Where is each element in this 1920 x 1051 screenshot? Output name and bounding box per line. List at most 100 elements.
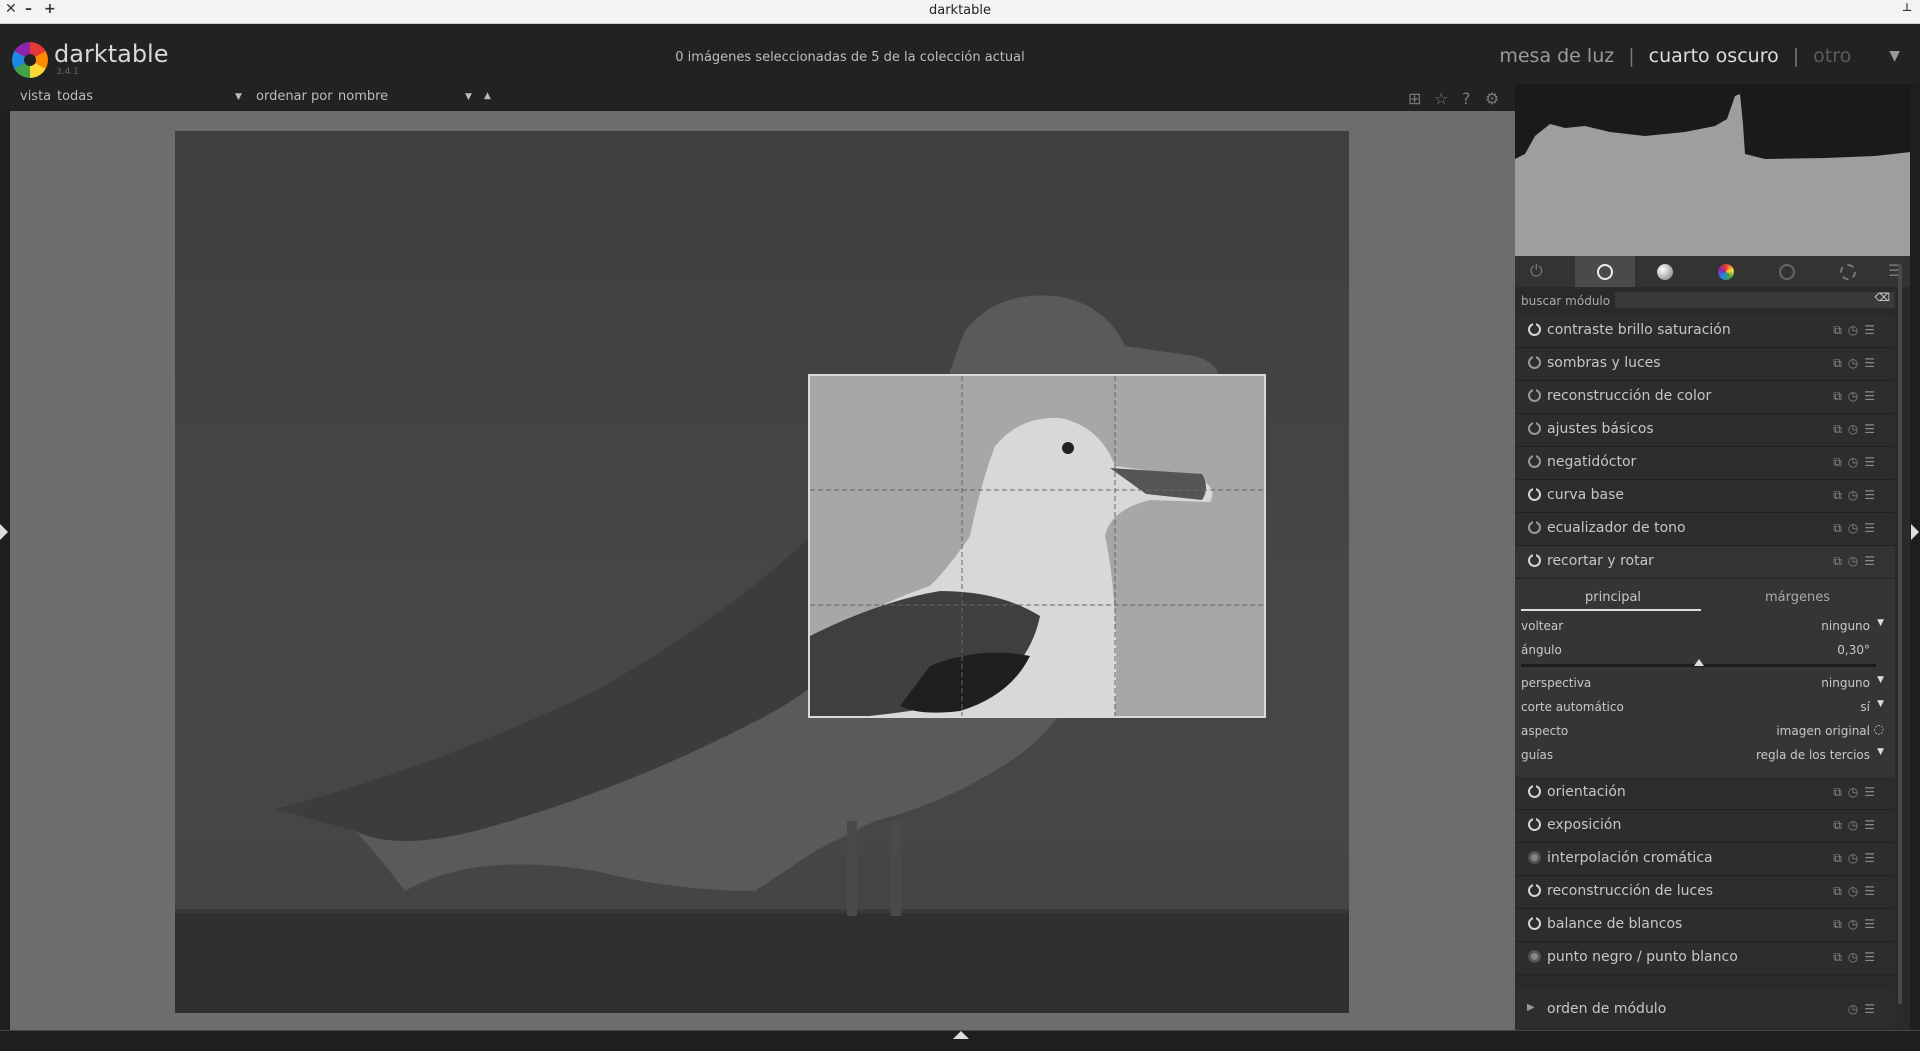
module-actions-icons[interactable]: ⧉◷☰ xyxy=(1833,323,1881,338)
module-row[interactable]: exposición ⧉◷☰ xyxy=(1515,810,1895,843)
header: darktable 3.4.1 0 imágenes seleccionadas… xyxy=(0,24,1920,84)
module-actions-icons[interactable]: ⧉◷☰ xyxy=(1833,917,1881,932)
power-toggle-icon[interactable] xyxy=(1528,453,1541,468)
power-toggle-icon[interactable] xyxy=(1528,486,1541,501)
module-actions-icons[interactable]: ⧉◷☰ xyxy=(1833,488,1881,503)
module-row[interactable]: orientación ⧉◷☰ xyxy=(1515,777,1895,810)
slider-thumb-icon[interactable] xyxy=(1693,659,1704,666)
module-actions-icons[interactable]: ⧉◷☰ xyxy=(1833,422,1881,437)
module-name: curva base xyxy=(1547,487,1625,503)
power-icon[interactable]: ⏻ xyxy=(1530,261,1543,281)
image-canvas[interactable] xyxy=(10,111,1515,1030)
view-switcher: mesa de luz | cuarto oscuro | otro ▼ xyxy=(1499,45,1900,67)
expand-arrow-icon[interactable]: ▶ xyxy=(1527,1002,1535,1013)
module-row[interactable]: reconstrucción de color ⧉◷☰ xyxy=(1515,381,1895,414)
chevron-down-icon[interactable]: ▼ xyxy=(1889,48,1900,64)
view-filter-value[interactable]: todas xyxy=(57,89,93,104)
sort-value[interactable]: nombre xyxy=(338,89,388,104)
chevron-down-icon[interactable]: ▼ xyxy=(1877,675,1884,685)
module-actions-icons[interactable]: ⧉◷☰ xyxy=(1833,884,1881,899)
module-row[interactable]: interpolación cromática ⧉◷☰ xyxy=(1515,843,1895,876)
gear-icon[interactable]: ⚙ xyxy=(1485,89,1499,108)
module-groups-bar: ⏻ ☰ xyxy=(1515,256,1910,287)
filter-bar: vista todas ▼ ordenar por nombre ▼ ▲ ⊞ ☆… xyxy=(0,84,1515,111)
power-toggle-icon[interactable] xyxy=(1528,519,1541,534)
power-toggle-icon[interactable] xyxy=(1528,915,1541,930)
perspective-row[interactable]: perspectiva ninguno ▼ xyxy=(1521,675,1884,694)
power-toggle-icon[interactable] xyxy=(1528,552,1541,567)
module-row[interactable]: punto negro / punto blanco ⧉◷☰ xyxy=(1515,942,1895,975)
crop-preview-image xyxy=(810,376,1264,716)
module-name: reconstrucción de luces xyxy=(1547,883,1714,899)
chevron-down-icon[interactable]: ▼ xyxy=(1877,747,1884,757)
module-row[interactable]: curva base ⧉◷☰ xyxy=(1515,480,1895,513)
view-filter-dropdown-icon[interactable]: ▼ xyxy=(235,92,242,102)
module-actions-icons[interactable]: ⧉◷☰ xyxy=(1833,950,1881,965)
tab-margins[interactable]: márgenes xyxy=(1765,590,1830,605)
aspect-toggle-icon[interactable]: ◌ xyxy=(1874,722,1884,736)
sort-order-icon[interactable]: ▲ xyxy=(484,91,491,101)
chevron-down-icon[interactable]: ▼ xyxy=(1877,699,1884,709)
view-lighttable[interactable]: mesa de luz xyxy=(1499,45,1614,67)
module-row[interactable]: contraste brillo saturación ⧉◷☰ xyxy=(1515,315,1895,348)
power-toggle-icon[interactable] xyxy=(1528,420,1541,435)
module-order-row[interactable]: ▶ orden de módulo ◷☰ xyxy=(1515,990,1895,1030)
module-row[interactable]: balance de blancos ⧉◷☰ xyxy=(1515,909,1895,942)
right-panel-toggle-icon[interactable] xyxy=(1911,524,1919,540)
tone-sphere-icon[interactable] xyxy=(1657,264,1673,280)
module-row[interactable]: negatidóctor ⧉◷☰ xyxy=(1515,447,1895,480)
guides-row[interactable]: guías regla de los tercios ▼ xyxy=(1521,747,1884,766)
aspect-value: imagen original xyxy=(1776,724,1870,738)
module-name: exposición xyxy=(1547,817,1622,833)
sort-dropdown-icon[interactable]: ▼ xyxy=(465,92,472,102)
grid-icon[interactable]: ⊞ xyxy=(1408,89,1421,108)
module-row-expanded[interactable]: recortar y rotar ⧉◷☰ xyxy=(1515,546,1895,579)
left-panel-toggle-icon[interactable] xyxy=(0,524,8,540)
module-actions-icons[interactable]: ⧉◷☰ xyxy=(1833,356,1881,371)
view-darkroom[interactable]: cuarto oscuro xyxy=(1649,45,1779,67)
angle-slider[interactable] xyxy=(1521,659,1876,667)
module-name: negatidóctor xyxy=(1547,454,1637,470)
module-row[interactable]: reconstrucción de luces ⧉◷☰ xyxy=(1515,876,1895,909)
power-toggle-icon[interactable] xyxy=(1528,387,1541,402)
crop-area[interactable] xyxy=(808,374,1266,718)
power-toggle-icon[interactable] xyxy=(1528,354,1541,369)
correct-icon[interactable] xyxy=(1779,264,1795,280)
clear-search-icon[interactable]: ⌫ xyxy=(1874,291,1890,304)
module-actions-icons[interactable]: ⧉◷☰ xyxy=(1833,851,1881,866)
power-toggle-icon[interactable] xyxy=(1528,783,1541,798)
module-actions-icons[interactable]: ⧉◷☰ xyxy=(1833,785,1881,800)
autocrop-row[interactable]: corte automático sí ▼ xyxy=(1521,699,1884,718)
angle-value: 0,30° xyxy=(1837,643,1870,657)
module-row[interactable]: sombras y luces ⧉◷☰ xyxy=(1515,348,1895,381)
bottom-panel-toggle-icon[interactable] xyxy=(953,1031,969,1039)
module-actions-icons[interactable]: ◷☰ xyxy=(1848,1002,1881,1016)
selection-info: 0 imágenes seleccionadas de 5 de la cole… xyxy=(675,50,1025,65)
view-other[interactable]: otro xyxy=(1813,45,1851,67)
module-name: ajustes básicos xyxy=(1547,421,1654,437)
module-actions-icons[interactable]: ⧉◷☰ xyxy=(1833,521,1881,536)
pin-icon[interactable]: ⊥ xyxy=(1902,1,1912,14)
aspect-row[interactable]: aspecto imagen original ◌ xyxy=(1521,722,1884,742)
chevron-down-icon[interactable]: ▼ xyxy=(1877,618,1884,628)
flip-row[interactable]: voltear ninguno ▼ xyxy=(1521,618,1884,637)
power-toggle-icon[interactable] xyxy=(1528,882,1541,897)
search-input[interactable] xyxy=(1615,292,1895,308)
help-icon[interactable]: ? xyxy=(1462,89,1471,108)
module-actions-icons[interactable]: ⧉◷☰ xyxy=(1833,554,1881,569)
module-search: buscar módulo ⌫ xyxy=(1515,287,1910,315)
panel-scrollbar[interactable] xyxy=(1898,264,1902,1004)
module-row[interactable]: ajustes básicos ⧉◷☰ xyxy=(1515,414,1895,447)
module-actions-icons[interactable]: ⧉◷☰ xyxy=(1833,389,1881,404)
effect-icon[interactable] xyxy=(1840,264,1856,280)
tab-principal[interactable]: principal xyxy=(1585,590,1641,605)
module-row[interactable]: ecualizador de tono ⧉◷☰ xyxy=(1515,513,1895,546)
power-toggle-icon[interactable] xyxy=(1528,321,1541,336)
module-actions-icons[interactable]: ⧉◷☰ xyxy=(1833,818,1881,833)
color-wheel-icon[interactable] xyxy=(1718,264,1734,280)
histogram[interactable] xyxy=(1515,84,1910,256)
power-toggle-icon[interactable] xyxy=(1528,816,1541,831)
darktable-logo-icon xyxy=(12,42,48,78)
module-actions-icons[interactable]: ⧉◷☰ xyxy=(1833,455,1881,470)
star-icon[interactable]: ☆ xyxy=(1434,89,1448,108)
